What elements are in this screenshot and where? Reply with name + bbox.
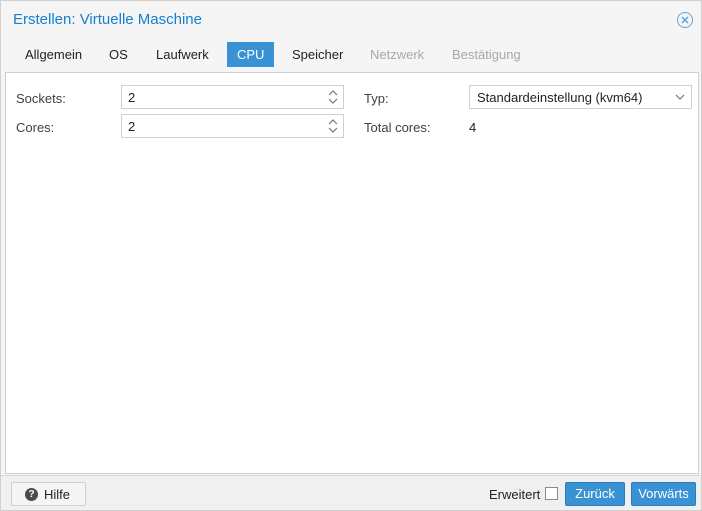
title-bar: Erstellen: Virtuelle Maschine: [1, 1, 701, 39]
footer-bar: ? Hilfe Erweitert Zurück Vorwärts: [1, 475, 701, 510]
back-button[interactable]: Zurück: [565, 482, 625, 506]
cores-field[interactable]: [121, 114, 344, 138]
total-cores-label: Total cores:: [364, 120, 431, 135]
tab-speicher[interactable]: Speicher: [282, 42, 353, 67]
advanced-checkbox[interactable]: [545, 487, 558, 500]
help-button[interactable]: ? Hilfe: [11, 482, 86, 506]
tab-bestaetigung: Bestätigung: [452, 47, 521, 62]
close-icon[interactable]: [677, 12, 693, 28]
next-button[interactable]: Vorwärts: [631, 482, 696, 506]
cpu-panel: Sockets: Cores: Typ: Standardeinstellung…: [5, 72, 699, 474]
spinner-icon[interactable]: [327, 88, 339, 106]
total-cores-value: 4: [469, 120, 477, 135]
tab-cpu[interactable]: CPU: [227, 42, 275, 67]
type-label: Typ:: [364, 91, 389, 106]
tab-os[interactable]: OS: [99, 42, 138, 67]
cores-input[interactable]: [128, 119, 308, 134]
type-select[interactable]: Standardeinstellung (kvm64): [469, 85, 692, 109]
tab-netzwerk: Netzwerk: [370, 47, 425, 62]
advanced-label: Erweitert: [489, 487, 541, 502]
tab-bar: Allgemein OS Laufwerk CPU Speicher Netzw…: [1, 42, 701, 70]
type-select-value: Standardeinstellung (kvm64): [477, 90, 643, 105]
chevron-down-icon[interactable]: [675, 93, 685, 101]
wizard-window: Erstellen: Virtuelle Maschine Allgemein …: [0, 0, 702, 511]
spinner-icon[interactable]: [327, 117, 339, 135]
help-label: Hilfe: [44, 487, 71, 502]
sockets-field[interactable]: [121, 85, 344, 109]
sockets-input[interactable]: [128, 90, 308, 105]
window-title: Erstellen: Virtuelle Maschine: [13, 11, 202, 28]
tab-laufwerk[interactable]: Laufwerk: [146, 42, 219, 67]
cores-label: Cores:: [16, 120, 55, 135]
sockets-label: Sockets:: [16, 91, 66, 106]
question-circle-icon: ?: [25, 488, 38, 501]
tab-allgemein[interactable]: Allgemein: [15, 42, 92, 67]
